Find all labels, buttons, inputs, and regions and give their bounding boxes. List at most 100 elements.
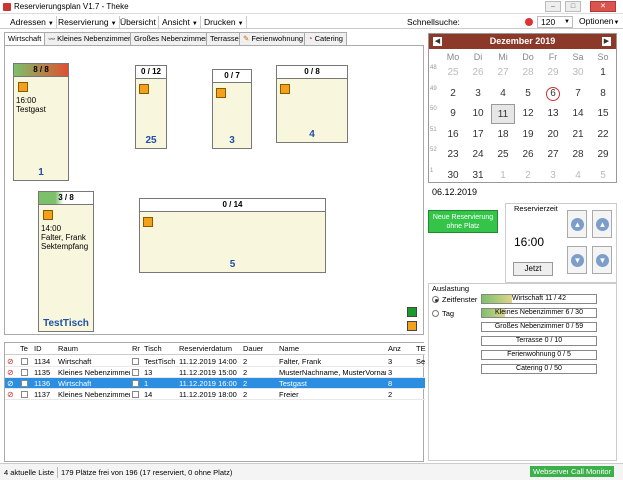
calendar-day[interactable]: 26 <box>466 63 490 83</box>
table-row[interactable]: ⊘ 1134 Wirtschaft TestTisch 11.12.2019 1… <box>5 356 425 367</box>
calendar-day-selected[interactable]: 6 <box>546 86 560 101</box>
calendar-day[interactable]: 30 <box>441 166 465 186</box>
row-checkbox[interactable] <box>132 358 139 365</box>
row-checkbox[interactable] <box>21 358 28 365</box>
tab-grosses-nebenzimmer[interactable]: Großes Nebenzimmer <box>130 32 212 45</box>
calendar-day[interactable]: 23 <box>441 145 465 165</box>
tab-ferienwohnung[interactable]: ✎ Ferienwohnung <box>239 32 308 45</box>
calendar-day[interactable]: 31 <box>466 166 490 186</box>
reservierzeit-value[interactable]: 16:00 <box>514 235 544 249</box>
calendar-day[interactable]: 4 <box>491 84 515 104</box>
calendar-day[interactable]: 9 <box>441 104 465 124</box>
calendar-day[interactable]: 24 <box>466 145 490 165</box>
calendar-day[interactable]: 21 <box>566 125 590 145</box>
menu-adressen[interactable]: Adressen ▼ <box>8 16 57 28</box>
tab-kleines-nebenzimmer[interactable]: 👓 Kleines Nebenzimmer <box>44 32 135 45</box>
legend-orange-square[interactable] <box>407 321 417 331</box>
calendar-day[interactable]: 5 <box>516 84 540 104</box>
menu-reservierung[interactable]: Reservierung ▼ <box>56 16 120 28</box>
calendar-day[interactable]: 27 <box>541 145 565 165</box>
reservation-marker[interactable] <box>139 84 149 94</box>
calendar-day[interactable]: 16 <box>441 125 465 145</box>
calendar-day[interactable]: 12 <box>516 104 540 124</box>
minute-up-button[interactable]: ▲ <box>592 210 612 238</box>
tab-wirtschaft[interactable]: Wirtschaft <box>4 32 46 46</box>
new-reservation-button[interactable]: Neue Reservierung ohne Platz <box>428 210 498 233</box>
calendar-day[interactable]: 1 <box>591 63 615 83</box>
legend-green-square[interactable] <box>407 307 417 317</box>
reservation-marker[interactable] <box>280 84 290 94</box>
calendar-day[interactable]: 4 <box>566 166 590 186</box>
reservation-marker[interactable] <box>143 217 153 227</box>
prev-month-icon[interactable]: ◀ <box>433 37 442 46</box>
table-card-1[interactable]: 8 / 8 16:00 Testgast 1 <box>13 63 69 181</box>
table-row-selected[interactable]: ⊘ 1136 Wirtschaft 1 11.12.2019 16:00 2 T… <box>5 378 425 389</box>
radio-zeitfenster[interactable] <box>432 296 439 303</box>
radio-tag[interactable] <box>432 310 439 317</box>
calendar-day[interactable]: 8 <box>591 84 615 104</box>
table-row[interactable]: ⊘ 1135 Kleines Nebenzimmer 13 11.12.2019… <box>5 367 425 378</box>
now-button[interactable]: Jetzt <box>513 262 553 276</box>
options-menu[interactable]: Optionen▼ <box>576 16 621 28</box>
calendar-day[interactable]: 15 <box>591 104 615 124</box>
reservation-marker[interactable] <box>216 88 226 98</box>
calendar-day[interactable]: 5 <box>591 166 615 186</box>
calendar-weekday: Sa <box>572 52 584 62</box>
reservation-marker[interactable] <box>43 210 53 220</box>
hour-up-button[interactable]: ▲ <box>567 210 587 238</box>
menu-ansicht[interactable]: Ansicht ▼ <box>160 16 201 28</box>
calendar-day[interactable]: 28 <box>566 145 590 165</box>
row-checkbox[interactable] <box>21 369 28 376</box>
calendar-day-today[interactable]: 11 <box>491 104 515 124</box>
calendar-day[interactable]: 20 <box>541 125 565 145</box>
calendar-day[interactable]: 27 <box>491 63 515 83</box>
row-checkbox[interactable] <box>132 369 139 376</box>
calendar-day[interactable]: 17 <box>466 125 490 145</box>
calendar-day[interactable]: 29 <box>541 63 565 83</box>
calendar-day[interactable]: 25 <box>491 145 515 165</box>
calendar-day[interactable]: 29 <box>591 145 615 165</box>
title-bar: Reservierungsplan V1.7 - Theke – □ ✕ <box>0 0 623 14</box>
calendar-day[interactable]: 3 <box>466 84 490 104</box>
calendar-day[interactable]: 1 <box>491 166 515 186</box>
table-card-5[interactable]: 0 / 14 5 <box>139 198 326 273</box>
minimize-button[interactable]: – <box>545 1 561 12</box>
calendar-day[interactable]: 2 <box>516 166 540 186</box>
row-checkbox[interactable] <box>21 380 28 387</box>
table-card-testtisch[interactable]: 3 / 8 14:00 Falter, Frank Sektempfang Test… <box>38 191 94 332</box>
table-card-3[interactable]: 0 / 7 3 <box>212 69 252 149</box>
calendar-day[interactable]: 13 <box>541 104 565 124</box>
tab-terrasse[interactable]: Terrasse <box>206 32 243 45</box>
hour-down-button[interactable]: ▼ <box>567 246 587 274</box>
calendar-day[interactable]: 3 <box>541 166 565 186</box>
auslastung-bar-label: Kleines Nebenzimmer 6 / 30 <box>495 309 583 316</box>
row-checkbox[interactable] <box>21 391 28 398</box>
calendar-day[interactable]: 7 <box>566 84 590 104</box>
arrow-down-icon: ▼ <box>596 254 609 267</box>
calendar-day[interactable]: 2 <box>441 84 465 104</box>
maximize-button[interactable]: □ <box>565 1 581 12</box>
row-checkbox[interactable] <box>132 391 139 398</box>
tab-catering[interactable]: ◔ Catering <box>304 32 347 45</box>
next-month-icon[interactable]: ▶ <box>602 37 611 46</box>
menu-uebersicht[interactable]: Übersicht <box>118 16 159 28</box>
calendar-day[interactable]: 28 <box>516 63 540 83</box>
table-row[interactable]: ⊘ 1137 Kleines Nebenzimmer 14 11.12.2019… <box>5 389 425 400</box>
search-combo[interactable]: 120 ▼ <box>537 16 573 28</box>
close-button[interactable]: ✕ <box>590 1 616 12</box>
minute-down-button[interactable]: ▼ <box>592 246 612 274</box>
calendar-day[interactable]: 26 <box>516 145 540 165</box>
table-card-25[interactable]: 0 / 12 25 <box>135 65 167 149</box>
calendar-day[interactable]: 25 <box>441 63 465 83</box>
table-card-4[interactable]: 0 / 8 4 <box>276 65 348 143</box>
calendar-day[interactable]: 14 <box>566 104 590 124</box>
calendar-day[interactable]: 19 <box>516 125 540 145</box>
auslastung-title: Auslastung <box>432 284 470 293</box>
calendar-day[interactable]: 18 <box>491 125 515 145</box>
calendar-day[interactable]: 30 <box>566 63 590 83</box>
menu-drucken[interactable]: Drucken ▼ <box>202 16 247 28</box>
reservation-marker[interactable] <box>18 82 28 92</box>
calendar-day[interactable]: 22 <box>591 125 615 145</box>
row-checkbox[interactable] <box>132 380 139 387</box>
calendar-day[interactable]: 10 <box>466 104 490 124</box>
